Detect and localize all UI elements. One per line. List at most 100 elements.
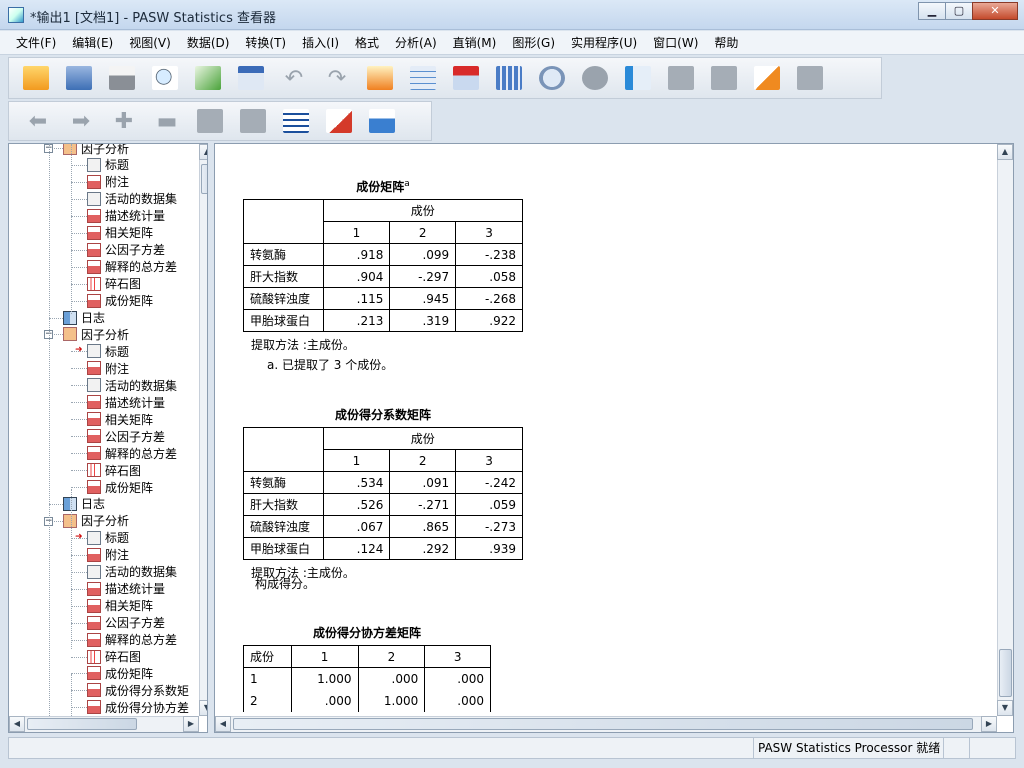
- hide-button[interactable]: [236, 105, 270, 137]
- insert-cases-button[interactable]: [449, 62, 483, 94]
- scroll-up-icon[interactable]: ▲: [997, 144, 1013, 160]
- outline-item[interactable]: 附注: [87, 547, 129, 563]
- close-button[interactable]: ✕: [972, 2, 1018, 20]
- print-button[interactable]: [105, 62, 139, 94]
- content-horizontal-scrollbar[interactable]: ◀ ▶: [215, 716, 997, 732]
- scroll-left-icon[interactable]: ◀: [9, 716, 25, 732]
- outline-item[interactable]: 相关矩阵: [87, 598, 153, 614]
- maximize-button[interactable]: ▢: [945, 2, 973, 20]
- insert-heading-button[interactable]: [279, 105, 313, 137]
- outline-hscroll-thumb[interactable]: [27, 718, 137, 730]
- outline-item[interactable]: 描述统计量: [87, 208, 165, 224]
- show-gray-icon: [197, 109, 223, 133]
- menu-item[interactable]: 实用程序(U): [563, 32, 645, 54]
- menu-item[interactable]: 转换(T): [237, 32, 294, 54]
- promote-button[interactable]: ⬅: [21, 105, 55, 137]
- menu-item[interactable]: 格式: [347, 32, 387, 54]
- save-button[interactable]: [62, 62, 96, 94]
- outline-item[interactable]: 标题: [87, 530, 129, 546]
- outline-item[interactable]: 成份得分系数矩: [87, 682, 189, 698]
- variables-button[interactable]: [492, 62, 526, 94]
- menu-item[interactable]: 文件(F): [8, 32, 64, 54]
- outline-item[interactable]: 附注: [87, 174, 129, 190]
- outline-item[interactable]: 解释的总方差: [87, 632, 177, 648]
- collapse-button[interactable]: ▬: [150, 105, 184, 137]
- scroll-right-icon[interactable]: ▶: [183, 716, 199, 732]
- recall-dialog-button[interactable]: [234, 62, 268, 94]
- outline-pane[interactable]: ▲ ▼ ◀ ▶ 因子分析−标题附注活动的数据集描述统计量相关矩阵公因子方差解释的…: [8, 143, 208, 733]
- component-matrix-table[interactable]: 成份 1 2 3 转氨酶 .918 .099 -.238 肝大指数 .904 -…: [243, 199, 524, 332]
- outline-vertical-scrollbar[interactable]: ▲ ▼: [199, 144, 207, 716]
- menu-item[interactable]: 图形(G): [504, 32, 563, 54]
- outline-item[interactable]: 因子分析: [63, 144, 129, 156]
- open-file-button[interactable]: [19, 62, 53, 94]
- content-pane[interactable]: 成份矩阵a 成份 1 2 3 转氨酶 .918 .099 -.238 肝大指数 …: [214, 143, 1014, 733]
- outline-item[interactable]: 附注: [87, 360, 129, 376]
- print-preview-button[interactable]: [148, 62, 182, 94]
- outline-item[interactable]: 因子分析: [63, 513, 129, 529]
- menu-item[interactable]: 编辑(E): [64, 32, 121, 54]
- score-cov-matrix-table[interactable]: 成份 1 2 3 1 1.000 .000 .000 2 .000 1.000 …: [243, 645, 491, 712]
- menu-item[interactable]: 直销(M): [445, 32, 505, 54]
- outline-item[interactable]: 活动的数据集: [87, 377, 177, 393]
- outline-item[interactable]: 因子分析: [63, 326, 129, 342]
- outline-item[interactable]: 相关矩阵: [87, 411, 153, 427]
- demote-button[interactable]: ➡: [64, 105, 98, 137]
- menu-item[interactable]: 数据(D): [179, 32, 238, 54]
- export-button[interactable]: [191, 62, 225, 94]
- outline-item[interactable]: 公因子方差: [87, 615, 165, 631]
- outline-item[interactable]: 成份矩阵: [87, 479, 153, 495]
- minimize-button[interactable]: ▁: [918, 2, 946, 20]
- outline-item[interactable]: 碎石图: [87, 649, 141, 665]
- outline-item[interactable]: 描述统计量: [87, 394, 165, 410]
- menu-item[interactable]: 帮助: [706, 32, 746, 54]
- undo-button[interactable]: ↶: [277, 62, 311, 94]
- scroll-left-icon[interactable]: ◀: [215, 716, 231, 732]
- outline-item[interactable]: 活动的数据集: [87, 564, 177, 580]
- outline-item[interactable]: 标题: [87, 343, 129, 359]
- outline-horizontal-scrollbar[interactable]: ◀ ▶: [9, 716, 199, 732]
- scroll-up-icon[interactable]: ▲: [199, 144, 207, 160]
- outline-item[interactable]: 标题: [87, 157, 129, 173]
- script-button[interactable]: [750, 62, 784, 94]
- goto-data-button[interactable]: [363, 62, 397, 94]
- outline-item[interactable]: 解释的总方差: [87, 445, 177, 461]
- outline-item[interactable]: 日志: [63, 496, 105, 512]
- menu-item[interactable]: 窗口(W): [645, 32, 706, 54]
- outline-item[interactable]: 成份得分协方差: [87, 699, 189, 715]
- menu-item[interactable]: 视图(V): [121, 32, 179, 54]
- content-hscroll-thumb[interactable]: [233, 718, 973, 730]
- value-labels-button[interactable]: [578, 62, 612, 94]
- outline-item[interactable]: 相关矩阵: [87, 225, 153, 241]
- menu-item[interactable]: 插入(I): [294, 32, 347, 54]
- scroll-down-icon[interactable]: ▼: [199, 700, 207, 716]
- expand-button[interactable]: ✚: [107, 105, 141, 137]
- goto-case-button[interactable]: [406, 62, 440, 94]
- outline-item[interactable]: 活动的数据集: [87, 191, 177, 207]
- format-button[interactable]: [707, 62, 741, 94]
- content-vertical-scrollbar[interactable]: ▲ ▼: [997, 144, 1013, 716]
- outline-item[interactable]: 公因子方差: [87, 428, 165, 444]
- score-coef-matrix-table[interactable]: 成份 1 2 3 转氨酶 .534 .091 -.242 肝大指数 .526 -…: [243, 427, 524, 560]
- outline-item[interactable]: 描述统计量: [87, 581, 165, 597]
- chart-editor-button[interactable]: [793, 62, 827, 94]
- outline-item[interactable]: 解释的总方差: [87, 259, 177, 275]
- outline-item[interactable]: 碎石图: [87, 276, 141, 292]
- insert-title-button[interactable]: [322, 105, 356, 137]
- designate-window-button[interactable]: [621, 62, 655, 94]
- redo-button[interactable]: ↷: [320, 62, 354, 94]
- insert-text-button[interactable]: [365, 105, 399, 137]
- outline-item[interactable]: 成份矩阵: [87, 665, 153, 681]
- outline-item[interactable]: 公因子方差: [87, 242, 165, 258]
- content-scroll-thumb[interactable]: [999, 649, 1012, 697]
- menu-item[interactable]: 分析(A): [387, 32, 445, 54]
- scroll-right-icon[interactable]: ▶: [981, 716, 997, 732]
- show-button[interactable]: [193, 105, 227, 137]
- scroll-down-icon[interactable]: ▼: [997, 700, 1013, 716]
- pivot-button[interactable]: [664, 62, 698, 94]
- outline-item[interactable]: 成份矩阵: [87, 293, 153, 309]
- outline-scroll-thumb[interactable]: [201, 164, 207, 194]
- select-cases-button[interactable]: [535, 62, 569, 94]
- outline-item[interactable]: 碎石图: [87, 462, 141, 478]
- outline-item[interactable]: 日志: [63, 310, 105, 326]
